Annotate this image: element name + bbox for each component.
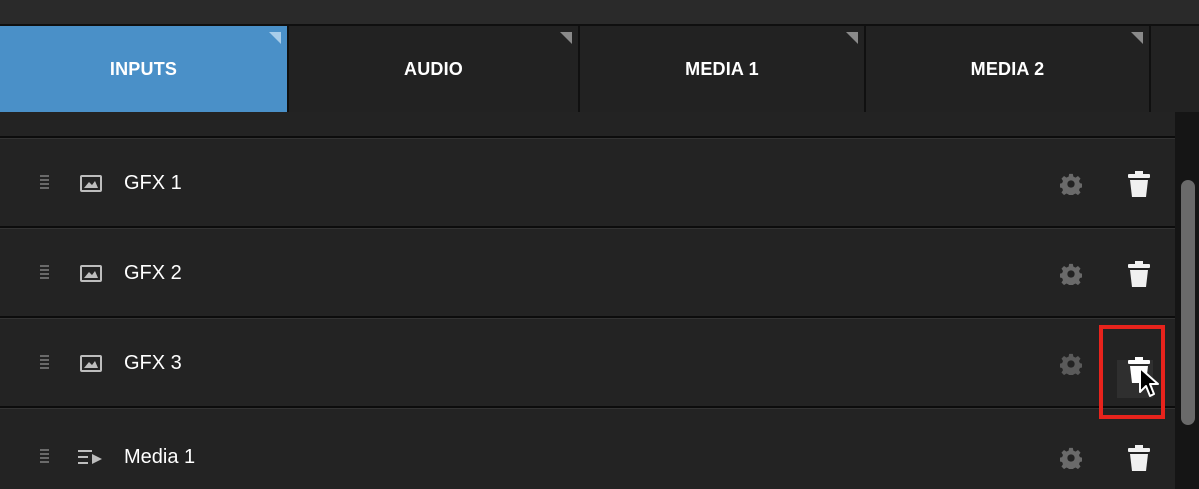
list-item-gfx-1[interactable]: GFX 1 [0,138,1175,228]
input-name: GFX 3 [124,352,182,374]
list-item-media-1[interactable]: Media 1 [0,408,1175,489]
input-name: GFX 2 [124,262,182,284]
drag-handle-icon[interactable] [40,355,50,373]
drag-handle-icon[interactable] [40,175,50,193]
image-icon [80,355,102,372]
image-icon [80,175,102,192]
tab-menu-corner-icon [560,32,572,44]
tab-label: MEDIA 2 [970,58,1045,79]
tab-label: INPUTS [109,58,178,79]
gear-icon[interactable] [1060,353,1082,375]
trash-icon [1129,112,1149,116]
input-name: Media 1 [124,446,196,468]
tab-label: MEDIA 1 [685,58,759,79]
input-name: GFX 1 [124,172,182,194]
tab-media-1[interactable]: MEDIA 1 [580,26,866,112]
tab-label: AUDIO [404,58,463,79]
tab-bar: INPUTS AUDIO MEDIA 1 MEDIA 2 [0,26,1199,112]
trash-icon[interactable] [1127,261,1151,287]
media-playlist-icon [78,450,102,464]
list-item-partial [0,112,1175,138]
tab-media-2[interactable]: MEDIA 2 [866,26,1151,112]
list-item-gfx-2[interactable]: GFX 2 [0,228,1175,318]
top-toolbar-strip [0,0,1199,26]
gear-icon [1066,112,1082,116]
gear-icon[interactable] [1060,447,1082,469]
trash-icon[interactable] [1127,445,1151,471]
trash-icon[interactable] [1127,171,1151,197]
drag-handle-icon[interactable] [40,265,50,283]
tab-bar-overflow [1151,26,1199,112]
tab-inputs[interactable]: INPUTS [0,26,289,112]
scrollbar-thumb[interactable] [1181,180,1195,425]
tab-menu-corner-icon [269,32,281,44]
tab-menu-corner-icon [1131,32,1143,44]
gear-icon[interactable] [1060,263,1082,285]
gear-icon[interactable] [1060,173,1082,195]
mouse-cursor-icon [1139,367,1159,397]
drag-handle-icon[interactable] [40,449,50,467]
list-item-gfx-3[interactable]: GFX 3 [0,318,1175,408]
inputs-list: GFX 1 GFX 2 GFX 3 Media 1 [0,112,1175,489]
image-icon [80,265,102,282]
tab-menu-corner-icon [846,32,858,44]
tab-audio[interactable]: AUDIO [289,26,580,112]
